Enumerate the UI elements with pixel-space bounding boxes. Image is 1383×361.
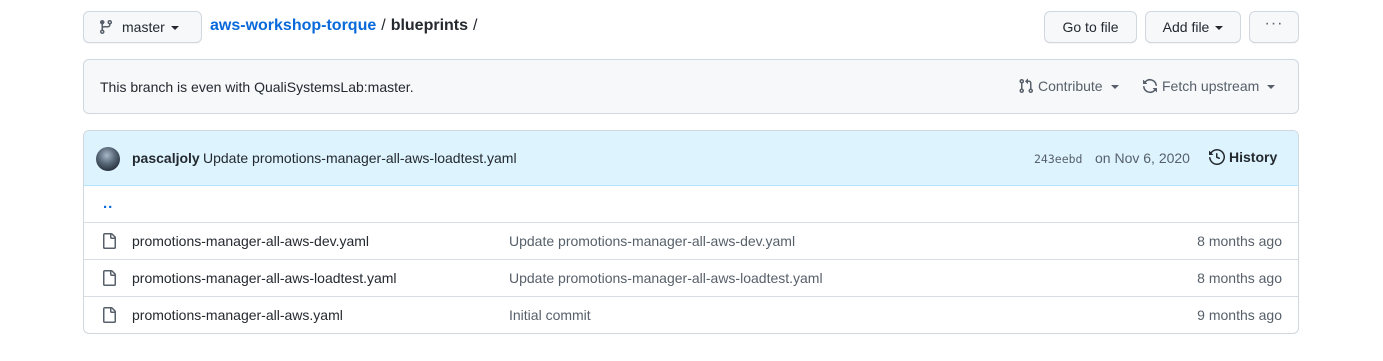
- branch-status-box: This branch is even with QualiSystemsLab…: [83, 59, 1299, 114]
- latest-commit-bar: pascaljoly Update promotions-manager-all…: [84, 131, 1298, 186]
- kebab-horizontal-icon: ···: [1264, 15, 1284, 32]
- git-pull-request-icon: [1019, 78, 1034, 94]
- more-options-button[interactable]: ···: [1249, 11, 1299, 43]
- file-name-link[interactable]: promotions-manager-all-aws-loadtest.yaml: [132, 270, 397, 286]
- commit-date: on Nov 6, 2020: [1095, 150, 1190, 166]
- file-name-link[interactable]: promotions-manager-all-aws.yaml: [132, 307, 343, 323]
- file-commit-age: 8 months ago: [1197, 270, 1282, 286]
- history-icon: [1209, 149, 1225, 165]
- breadcrumb-repo-link[interactable]: aws-workshop-torque: [210, 17, 376, 35]
- breadcrumb-current-dir: blueprints: [390, 17, 469, 34]
- chevron-down-icon: [170, 25, 179, 30]
- add-file-button[interactable]: Add file: [1145, 11, 1241, 43]
- fetch-upstream-label: Fetch upstream: [1162, 78, 1260, 94]
- commit-sha-link[interactable]: 243eebd: [1034, 152, 1082, 166]
- go-to-file-label: Go to file: [1062, 19, 1119, 35]
- chevron-down-icon: [1215, 25, 1224, 30]
- file-list: pascaljoly Update promotions-manager-all…: [83, 130, 1299, 334]
- file-name-link[interactable]: promotions-manager-all-aws-dev.yaml: [132, 233, 369, 249]
- parent-dir-row[interactable]: ..: [84, 186, 1298, 222]
- file-navigation: master aws-workshop-torque / blueprints …: [83, 11, 1299, 43]
- sync-icon: [1143, 79, 1157, 93]
- chevron-down-icon: [1110, 84, 1119, 89]
- chevron-down-icon: [1267, 84, 1276, 89]
- go-to-file-button[interactable]: Go to file: [1044, 11, 1137, 43]
- history-link[interactable]: History: [1209, 149, 1277, 165]
- add-file-label: Add file: [1162, 19, 1210, 35]
- commit-message-link[interactable]: Update promotions-manager-all-aws-loadte…: [203, 150, 517, 166]
- contribute-dropdown[interactable]: Contribute: [1018, 78, 1119, 94]
- commit-author-link[interactable]: pascaljoly: [132, 150, 200, 166]
- file-commit-age: 8 months ago: [1197, 233, 1282, 249]
- breadcrumb-separator: /: [381, 17, 386, 34]
- file-icon: [103, 233, 116, 249]
- contribute-label: Contribute: [1038, 78, 1103, 94]
- file-commit-message-link[interactable]: Update promotions-manager-all-aws-dev.ya…: [509, 233, 795, 249]
- file-commit-message-link[interactable]: Update promotions-manager-all-aws-loadte…: [509, 270, 823, 286]
- table-row: promotions-manager-all-aws.yaml Initial …: [84, 296, 1298, 333]
- avatar[interactable]: [96, 147, 120, 171]
- git-branch-icon: [99, 20, 112, 35]
- table-row: promotions-manager-all-aws-loadtest.yaml…: [84, 259, 1298, 296]
- fetch-upstream-dropdown[interactable]: Fetch upstream: [1142, 78, 1276, 94]
- branch-status-message: This branch is even with QualiSystemsLab…: [100, 79, 414, 95]
- breadcrumb-separator: /: [473, 17, 478, 34]
- file-commit-age: 9 months ago: [1197, 307, 1282, 323]
- file-icon: [103, 270, 116, 286]
- file-icon: [103, 307, 116, 323]
- branch-select-button[interactable]: master: [83, 11, 202, 43]
- table-row: promotions-manager-all-aws-dev.yaml Upda…: [84, 222, 1298, 259]
- parent-dir-link[interactable]: ..: [103, 195, 113, 212]
- breadcrumb: aws-workshop-torque / blueprints /: [210, 17, 482, 35]
- branch-name: master: [122, 19, 165, 35]
- history-label: History: [1229, 149, 1278, 165]
- file-commit-message-link[interactable]: Initial commit: [509, 307, 591, 323]
